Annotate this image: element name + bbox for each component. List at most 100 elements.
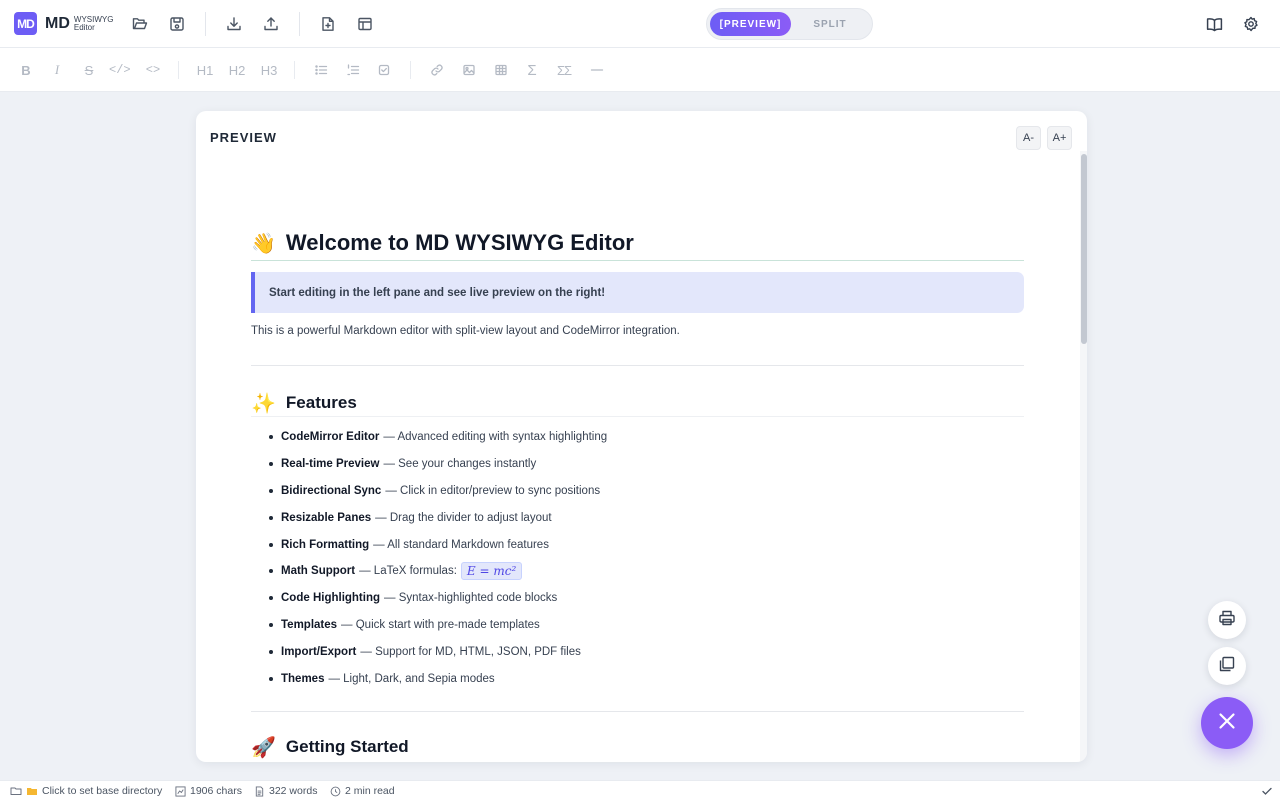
heading-rule xyxy=(251,416,1024,417)
new-file-icon[interactable] xyxy=(316,12,340,36)
status-bar: Click to set base directory 1906 chars 3… xyxy=(0,780,1280,800)
list-item: Bidirectional Sync — Click in editor/prev… xyxy=(269,478,607,505)
list-item: Rich Formatting — All standard Markdown f… xyxy=(269,531,607,558)
top-toolbar: MD MD WYSIWYG Editor [PREVIEW] SPLIT xyxy=(0,0,1280,48)
heading2-button[interactable]: H2 xyxy=(227,60,247,80)
feature-name: Import/Export xyxy=(281,645,357,658)
toolbar-divider xyxy=(299,12,300,36)
read-time: 2 min read xyxy=(330,784,395,798)
upload-icon[interactable] xyxy=(259,12,283,36)
document-heading: 👋 Welcome to MD WYSIWYG Editor xyxy=(251,225,1024,261)
code-block-button[interactable]: </> xyxy=(109,60,131,80)
copy-button[interactable] xyxy=(1208,647,1246,685)
horizontal-rule xyxy=(251,711,1024,712)
list-item: Templates — Quick start with pre-made tem… xyxy=(269,612,607,639)
features-list: CodeMirror Editor — Advanced editing with… xyxy=(269,424,607,692)
bold-button[interactable]: B xyxy=(16,60,36,80)
heading-rule xyxy=(251,260,1024,261)
task-list-icon[interactable] xyxy=(374,60,394,80)
char-count: 1906 chars xyxy=(175,784,242,798)
template-icon[interactable] xyxy=(353,12,377,36)
bullet-list-icon[interactable] xyxy=(311,60,331,80)
feature-desc: — Support for MD, HTML, JSON, PDF files xyxy=(360,645,581,658)
list-item: Import/Export — Support for MD, HTML, JSO… xyxy=(269,638,607,665)
base-directory-button[interactable]: Click to set base directory xyxy=(10,784,162,798)
strikethrough-button[interactable]: S xyxy=(79,60,99,80)
sigma-icon[interactable]: Σ xyxy=(522,60,542,80)
folder-open-icon[interactable] xyxy=(128,12,152,36)
heading1-button[interactable]: H1 xyxy=(195,60,215,80)
horizontal-rule xyxy=(251,365,1024,366)
list-item: Real-time Preview — See your changes inst… xyxy=(269,451,607,478)
increase-font-button[interactable]: A+ xyxy=(1047,126,1072,150)
list-item: Code Highlighting — Syntax-highlighted co… xyxy=(269,585,607,612)
features-heading-text: Features xyxy=(285,393,357,412)
features-heading: ✨ Features xyxy=(251,389,1024,417)
logo-line-2: Editor xyxy=(73,22,95,32)
feature-desc: — Drag the divider to adjust layout xyxy=(375,511,552,524)
logo-name: MD xyxy=(45,14,70,32)
format-toolbar: B I S </> <> H1 H2 H3 Σ ΣΣ xyxy=(0,48,1280,92)
list-item: CodeMirror Editor — Advanced editing with… xyxy=(269,424,607,451)
preview-pane: PREVIEW A- A+ 👋 Welcome to MD WYSIWYG Ed… xyxy=(196,111,1087,762)
link-icon[interactable] xyxy=(427,60,447,80)
logo-mark: MD xyxy=(14,12,37,35)
feature-name: Templates xyxy=(281,618,338,631)
math-formula: E = mc² xyxy=(460,562,523,581)
app-logo: MD MD WYSIWYG Editor xyxy=(14,12,113,35)
saved-check-icon xyxy=(1261,784,1277,798)
feature-desc: — Quick start with pre-made templates xyxy=(341,618,540,631)
preview-mode-button[interactable]: [PREVIEW] xyxy=(710,12,791,36)
read-time-text: 2 min read xyxy=(345,785,395,797)
feature-desc: — Click in editor/preview to sync positi… xyxy=(385,484,601,497)
scrollbar-thumb[interactable] xyxy=(1081,154,1087,344)
feature-name: Themes xyxy=(281,672,325,685)
feature-desc: — See your changes instantly xyxy=(383,458,537,471)
copy-icon xyxy=(1218,655,1236,678)
intro-paragraph: This is a powerful Markdown editor with … xyxy=(251,325,680,337)
format-divider xyxy=(410,61,411,79)
close-icon xyxy=(1217,711,1237,736)
getting-started-heading-text: Getting Started xyxy=(285,737,409,756)
word-count: 322 words xyxy=(254,784,317,798)
feature-desc: — All standard Markdown features xyxy=(373,538,549,551)
feature-desc: — Advanced editing with syntax highlight… xyxy=(383,431,608,444)
preview-title: PREVIEW xyxy=(210,130,277,145)
list-item: Themes — Light, Dark, and Sepia modes xyxy=(269,665,607,692)
wave-emoji-icon: 👋 xyxy=(251,232,276,255)
document-heading-text: Welcome to MD WYSIWYG Editor xyxy=(285,230,634,255)
feature-name: CodeMirror Editor xyxy=(281,431,380,444)
italic-button[interactable]: I xyxy=(47,60,67,80)
printer-icon xyxy=(1218,609,1236,632)
decrease-font-button[interactable]: A- xyxy=(1016,126,1041,150)
download-icon[interactable] xyxy=(222,12,246,36)
gear-icon[interactable] xyxy=(1239,12,1263,36)
char-count-text: 1906 chars xyxy=(190,785,242,797)
feature-name: Real-time Preview xyxy=(281,458,380,471)
folder-icon xyxy=(27,788,37,795)
print-button[interactable] xyxy=(1208,601,1246,639)
inline-code-button[interactable]: <> xyxy=(143,60,163,80)
format-divider xyxy=(294,61,295,79)
feature-name: Math Support xyxy=(281,565,356,578)
numbered-list-icon[interactable] xyxy=(343,60,363,80)
split-mode-button[interactable]: SPLIT xyxy=(797,12,863,36)
sparkles-emoji-icon: ✨ xyxy=(251,392,276,415)
feature-desc: — Syntax-highlighted code blocks xyxy=(384,592,558,605)
book-icon[interactable] xyxy=(1202,12,1226,36)
image-icon[interactable] xyxy=(459,60,479,80)
getting-started-heading: 🚀 Getting Started xyxy=(251,733,1024,761)
save-icon[interactable] xyxy=(165,12,189,36)
rocket-emoji-icon: 🚀 xyxy=(251,736,276,759)
list-item: Math Support — LaTeX formulas: E = mc² xyxy=(269,558,607,585)
close-fab-button[interactable] xyxy=(1201,697,1253,749)
double-sigma-icon[interactable]: ΣΣ xyxy=(554,60,574,80)
toolbar-divider xyxy=(205,12,206,36)
table-icon[interactable] xyxy=(491,60,511,80)
word-count-text: 322 words xyxy=(269,785,318,797)
heading3-button[interactable]: H3 xyxy=(259,60,279,80)
horizontal-rule-icon[interactable] xyxy=(587,60,607,80)
base-directory-text: Click to set base directory xyxy=(42,785,163,797)
feature-desc: — LaTeX formulas: xyxy=(359,565,457,578)
format-divider xyxy=(178,61,179,79)
